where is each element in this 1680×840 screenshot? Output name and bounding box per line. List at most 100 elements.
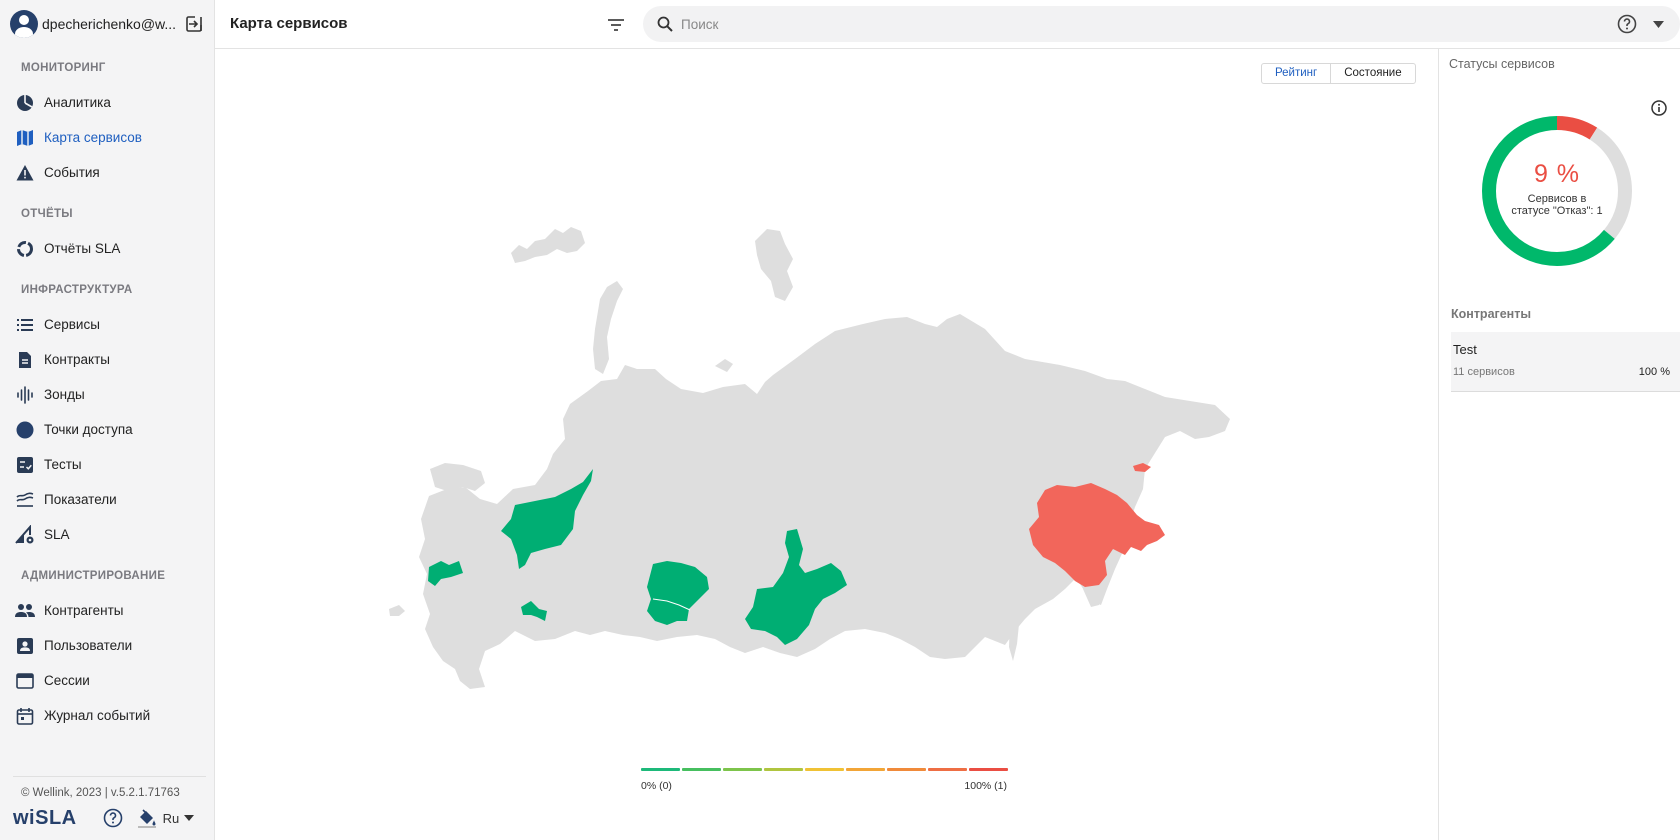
- sidebar-item-label: Журнал событий: [44, 708, 151, 723]
- sidebar-item-sla[interactable]: SLA: [0, 517, 214, 552]
- sidebar-item-label: Сервисы: [44, 317, 100, 332]
- contractor-card[interactable]: Test 11 сервисов 100 %: [1451, 332, 1680, 392]
- section-title-reports: ОТЧЁТЫ: [21, 208, 73, 220]
- paint-bucket-icon[interactable]: [137, 808, 157, 828]
- contractor-name: Test: [1453, 342, 1477, 357]
- header: Карта сервисов: [215, 0, 1680, 49]
- legend-gradient: [641, 768, 1008, 771]
- sidebar-item-label: События: [44, 165, 100, 180]
- toggle-rating[interactable]: Рейтинг: [1262, 64, 1332, 83]
- legend-swatch: [887, 768, 926, 771]
- legend-swatch: [846, 768, 885, 771]
- sidebar-item-services[interactable]: Сервисы: [0, 307, 214, 342]
- list-icon: [15, 315, 35, 335]
- legend-swatch: [723, 768, 762, 771]
- copyright: © Wellink, 2023 | v.5.2.1.71763: [21, 787, 180, 799]
- panel-title: Статусы сервисов: [1449, 57, 1555, 71]
- page-title: Карта сервисов: [230, 15, 348, 32]
- sidebar-item-label: Отчёты SLA: [44, 241, 121, 256]
- section-title-administration: АДМИНИСТРИРОВАНИЕ: [21, 570, 166, 582]
- sidebar-footer: © Wellink, 2023 | v.5.2.1.71763 wiSLA Ru: [13, 776, 206, 840]
- sidebar-item-sessions[interactable]: Сессии: [0, 663, 214, 698]
- section-title-monitoring: МОНИТОРИНГ: [21, 62, 106, 74]
- sidebar-item-label: Сессии: [44, 673, 90, 688]
- language-selector[interactable]: Ru: [163, 811, 195, 826]
- document-icon: [15, 350, 35, 370]
- search-input[interactable]: [681, 16, 1581, 32]
- legend-swatch: [764, 768, 803, 771]
- user-row: dpecherichenko@w...: [0, 0, 214, 48]
- sidebar-item-analytics[interactable]: Аналитика: [0, 85, 214, 120]
- sla-gear-icon: [15, 524, 35, 545]
- ring-chart-icon: [15, 239, 35, 259]
- sidebar-item-tests[interactable]: Тесты: [0, 447, 214, 482]
- status-donut: 9 % Сервисов в статусе "Отказ": 1: [1477, 111, 1637, 271]
- caret-down-icon: [184, 815, 195, 821]
- main-content: Рейтинг Состояние 0% (0) 100% (1): [215, 49, 1438, 840]
- people-icon: [15, 601, 35, 621]
- view-toggle: Рейтинг Состояние: [1261, 63, 1416, 84]
- sidebar: dpecherichenko@w... МОНИТОРИНГ Аналитика…: [0, 0, 215, 840]
- sidebar-item-label: Аналитика: [44, 95, 111, 110]
- wisla-logo: wiSLA: [13, 806, 77, 829]
- calendar-icon: [15, 706, 35, 726]
- search-box: [643, 6, 1680, 42]
- map-region-kaliningrad: [389, 605, 405, 616]
- sidebar-item-label: Тесты: [44, 457, 82, 472]
- user-card-icon: [15, 636, 35, 656]
- legend-swatch: [805, 768, 844, 771]
- pie-chart-icon: [15, 93, 35, 113]
- service-map: [389, 227, 1230, 689]
- sidebar-item-label: Контракты: [44, 352, 110, 367]
- map-region-kola: [430, 463, 485, 491]
- service-status-panel: Статусы сервисов 9 % Сервисов в статусе …: [1438, 49, 1680, 840]
- info-icon[interactable]: [1650, 99, 1668, 117]
- contractors-title: Контрагенты: [1451, 307, 1532, 321]
- user-name[interactable]: dpecherichenko@w...: [42, 16, 182, 32]
- map-region-franz-josef: [511, 227, 585, 263]
- sidebar-item-users[interactable]: Пользователи: [0, 628, 214, 663]
- help-icon[interactable]: [1616, 13, 1638, 35]
- sidebar-item-label: Пользователи: [44, 638, 133, 653]
- map-region-severnaya-zemlya: [755, 229, 793, 301]
- contractor-service-count: 11 сервисов: [1453, 366, 1515, 378]
- signal-icon: [15, 385, 35, 405]
- legend-swatch: [641, 768, 680, 771]
- filter-icon[interactable]: [605, 14, 627, 36]
- sidebar-item-sla-reports[interactable]: Отчёты SLA: [0, 231, 214, 266]
- map-region-arctic-isle-a: [715, 359, 733, 372]
- sidebar-item-label: Зонды: [44, 387, 85, 402]
- avatar[interactable]: [10, 10, 38, 38]
- legend-max-label: 100% (1): [964, 780, 1007, 792]
- legend-swatch: [928, 768, 967, 771]
- legend-min-label: 0% (0): [641, 780, 672, 792]
- contractor-percent: 100 %: [1638, 366, 1670, 378]
- toggle-state[interactable]: Состояние: [1331, 64, 1414, 83]
- sidebar-item-event-log[interactable]: Журнал событий: [0, 698, 214, 733]
- sidebar-item-access-points[interactable]: Точки доступа: [0, 412, 214, 447]
- sidebar-item-probes[interactable]: Зонды: [0, 377, 214, 412]
- warning-icon: [15, 163, 35, 183]
- metrics-icon: [15, 490, 35, 510]
- sidebar-item-label: Контрагенты: [44, 603, 124, 618]
- section-title-infrastructure: ИНФРАСТРУКТУРА: [21, 284, 133, 296]
- legend-swatch: [682, 768, 721, 771]
- language-label: Ru: [162, 810, 180, 826]
- legend-swatch: [969, 768, 1008, 771]
- donut-label: Сервисов в статусе "Отказ": 1: [1511, 192, 1603, 217]
- sidebar-item-metrics[interactable]: Показатели: [0, 482, 214, 517]
- help-circle-icon[interactable]: [103, 808, 123, 828]
- sidebar-item-label: SLA: [44, 527, 70, 542]
- window-icon: [15, 671, 35, 691]
- sidebar-item-label: Показатели: [44, 492, 117, 507]
- sidebar-item-service-map[interactable]: Карта сервисов: [0, 120, 214, 155]
- sidebar-item-contracts[interactable]: Контракты: [0, 342, 214, 377]
- map-icon: [15, 128, 35, 148]
- checklist-icon: [15, 455, 35, 475]
- sidebar-item-label: Точки доступа: [44, 422, 133, 437]
- sidebar-item-events[interactable]: События: [0, 155, 214, 190]
- sidebar-item-contractors[interactable]: Контрагенты: [0, 593, 214, 628]
- logout-icon[interactable]: [184, 14, 204, 34]
- account-menu-caret-icon[interactable]: [1650, 16, 1666, 32]
- map-legend: 0% (0) 100% (1): [641, 768, 1008, 792]
